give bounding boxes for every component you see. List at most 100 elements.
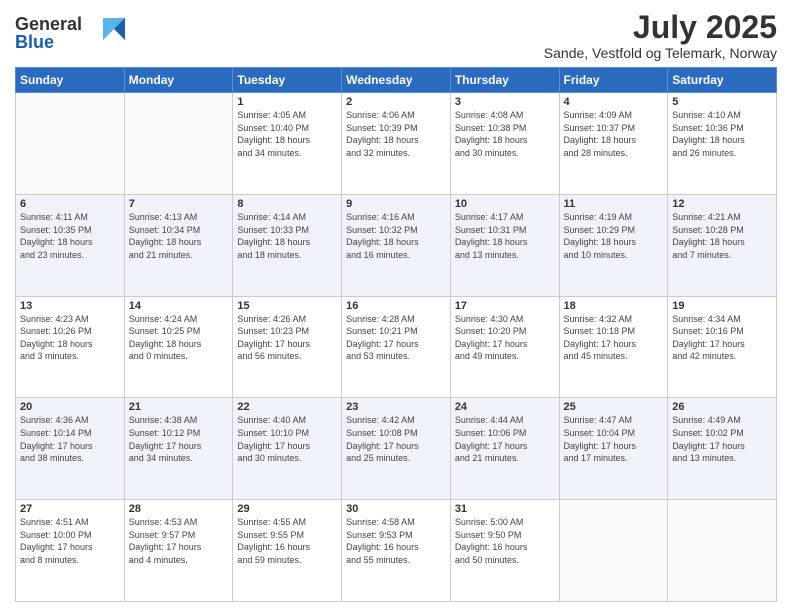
day-info: Sunrise: 4:06 AM Sunset: 10:39 PM Daylig…: [346, 109, 446, 159]
table-row: 10Sunrise: 4:17 AM Sunset: 10:31 PM Dayl…: [450, 194, 559, 296]
day-number: 20: [20, 401, 120, 413]
day-info: Sunrise: 4:14 AM Sunset: 10:33 PM Daylig…: [237, 211, 337, 261]
day-info: Sunrise: 4:55 AM Sunset: 9:55 PM Dayligh…: [237, 516, 337, 566]
col-sunday: Sunday: [16, 68, 125, 93]
table-row: 18Sunrise: 4:32 AM Sunset: 10:18 PM Dayl…: [559, 296, 668, 398]
day-number: 18: [564, 300, 664, 312]
table-row: 21Sunrise: 4:38 AM Sunset: 10:12 PM Dayl…: [124, 398, 233, 500]
day-number: 15: [237, 300, 337, 312]
day-number: 2: [346, 96, 446, 108]
day-number: 29: [237, 503, 337, 515]
day-number: 31: [455, 503, 555, 515]
table-row: 23Sunrise: 4:42 AM Sunset: 10:08 PM Dayl…: [342, 398, 451, 500]
day-number: 12: [672, 198, 772, 210]
table-row: 15Sunrise: 4:26 AM Sunset: 10:23 PM Dayl…: [233, 296, 342, 398]
table-row: 13Sunrise: 4:23 AM Sunset: 10:26 PM Dayl…: [16, 296, 125, 398]
day-info: Sunrise: 4:17 AM Sunset: 10:31 PM Daylig…: [455, 211, 555, 261]
col-friday: Friday: [559, 68, 668, 93]
day-info: Sunrise: 4:08 AM Sunset: 10:38 PM Daylig…: [455, 109, 555, 159]
day-info: Sunrise: 4:21 AM Sunset: 10:28 PM Daylig…: [672, 211, 772, 261]
day-info: Sunrise: 4:53 AM Sunset: 9:57 PM Dayligh…: [129, 516, 229, 566]
day-info: Sunrise: 4:28 AM Sunset: 10:21 PM Daylig…: [346, 313, 446, 363]
day-info: Sunrise: 4:58 AM Sunset: 9:53 PM Dayligh…: [346, 516, 446, 566]
day-number: 4: [564, 96, 664, 108]
table-row: 19Sunrise: 4:34 AM Sunset: 10:16 PM Dayl…: [668, 296, 777, 398]
table-row: 26Sunrise: 4:49 AM Sunset: 10:02 PM Dayl…: [668, 398, 777, 500]
day-info: Sunrise: 4:49 AM Sunset: 10:02 PM Daylig…: [672, 414, 772, 464]
day-info: Sunrise: 4:38 AM Sunset: 10:12 PM Daylig…: [129, 414, 229, 464]
col-wednesday: Wednesday: [342, 68, 451, 93]
day-number: 6: [20, 198, 120, 210]
calendar-week-row: 1Sunrise: 4:05 AM Sunset: 10:40 PM Dayli…: [16, 93, 777, 195]
day-info: Sunrise: 4:30 AM Sunset: 10:20 PM Daylig…: [455, 313, 555, 363]
day-number: 28: [129, 503, 229, 515]
table-row: 14Sunrise: 4:24 AM Sunset: 10:25 PM Dayl…: [124, 296, 233, 398]
day-info: Sunrise: 4:19 AM Sunset: 10:29 PM Daylig…: [564, 211, 664, 261]
table-row: 9Sunrise: 4:16 AM Sunset: 10:32 PM Dayli…: [342, 194, 451, 296]
day-number: 10: [455, 198, 555, 210]
day-info: Sunrise: 4:47 AM Sunset: 10:04 PM Daylig…: [564, 414, 664, 464]
day-number: 22: [237, 401, 337, 413]
table-row: 24Sunrise: 4:44 AM Sunset: 10:06 PM Dayl…: [450, 398, 559, 500]
day-number: 25: [564, 401, 664, 413]
day-number: 24: [455, 401, 555, 413]
day-info: Sunrise: 4:36 AM Sunset: 10:14 PM Daylig…: [20, 414, 120, 464]
day-number: 27: [20, 503, 120, 515]
svg-text:General: General: [15, 14, 82, 34]
table-row: 28Sunrise: 4:53 AM Sunset: 9:57 PM Dayli…: [124, 500, 233, 602]
day-number: 23: [346, 401, 446, 413]
day-info: Sunrise: 4:32 AM Sunset: 10:18 PM Daylig…: [564, 313, 664, 363]
day-info: Sunrise: 4:24 AM Sunset: 10:25 PM Daylig…: [129, 313, 229, 363]
day-number: 19: [672, 300, 772, 312]
col-thursday: Thursday: [450, 68, 559, 93]
day-number: 8: [237, 198, 337, 210]
table-row: 8Sunrise: 4:14 AM Sunset: 10:33 PM Dayli…: [233, 194, 342, 296]
table-row: 1Sunrise: 4:05 AM Sunset: 10:40 PM Dayli…: [233, 93, 342, 195]
table-row: [124, 93, 233, 195]
page: General Blue July 2025 Sande, Vestfold o…: [0, 0, 792, 612]
day-number: 3: [455, 96, 555, 108]
day-info: Sunrise: 5:00 AM Sunset: 9:50 PM Dayligh…: [455, 516, 555, 566]
day-number: 16: [346, 300, 446, 312]
table-row: 6Sunrise: 4:11 AM Sunset: 10:35 PM Dayli…: [16, 194, 125, 296]
table-row: [668, 500, 777, 602]
day-info: Sunrise: 4:11 AM Sunset: 10:35 PM Daylig…: [20, 211, 120, 261]
day-info: Sunrise: 4:16 AM Sunset: 10:32 PM Daylig…: [346, 211, 446, 261]
table-row: 12Sunrise: 4:21 AM Sunset: 10:28 PM Dayl…: [668, 194, 777, 296]
calendar-week-row: 27Sunrise: 4:51 AM Sunset: 10:00 PM Dayl…: [16, 500, 777, 602]
table-row: 3Sunrise: 4:08 AM Sunset: 10:38 PM Dayli…: [450, 93, 559, 195]
day-info: Sunrise: 4:34 AM Sunset: 10:16 PM Daylig…: [672, 313, 772, 363]
day-number: 17: [455, 300, 555, 312]
col-tuesday: Tuesday: [233, 68, 342, 93]
day-info: Sunrise: 4:42 AM Sunset: 10:08 PM Daylig…: [346, 414, 446, 464]
table-row: 29Sunrise: 4:55 AM Sunset: 9:55 PM Dayli…: [233, 500, 342, 602]
title-block: July 2025 Sande, Vestfold og Telemark, N…: [544, 10, 777, 61]
logo: General Blue: [15, 10, 125, 59]
calendar-week-row: 6Sunrise: 4:11 AM Sunset: 10:35 PM Dayli…: [16, 194, 777, 296]
day-info: Sunrise: 4:23 AM Sunset: 10:26 PM Daylig…: [20, 313, 120, 363]
day-number: 1: [237, 96, 337, 108]
svg-text:Blue: Blue: [15, 32, 54, 52]
day-number: 14: [129, 300, 229, 312]
table-row: 4Sunrise: 4:09 AM Sunset: 10:37 PM Dayli…: [559, 93, 668, 195]
table-row: 17Sunrise: 4:30 AM Sunset: 10:20 PM Dayl…: [450, 296, 559, 398]
col-saturday: Saturday: [668, 68, 777, 93]
table-row: 11Sunrise: 4:19 AM Sunset: 10:29 PM Dayl…: [559, 194, 668, 296]
subtitle: Sande, Vestfold og Telemark, Norway: [544, 45, 777, 61]
calendar-header-row: Sunday Monday Tuesday Wednesday Thursday…: [16, 68, 777, 93]
day-info: Sunrise: 4:44 AM Sunset: 10:06 PM Daylig…: [455, 414, 555, 464]
table-row: 27Sunrise: 4:51 AM Sunset: 10:00 PM Dayl…: [16, 500, 125, 602]
logo-text: General Blue: [15, 10, 125, 59]
table-row: 22Sunrise: 4:40 AM Sunset: 10:10 PM Dayl…: [233, 398, 342, 500]
table-row: 30Sunrise: 4:58 AM Sunset: 9:53 PM Dayli…: [342, 500, 451, 602]
day-number: 11: [564, 198, 664, 210]
table-row: 31Sunrise: 5:00 AM Sunset: 9:50 PM Dayli…: [450, 500, 559, 602]
calendar-table: Sunday Monday Tuesday Wednesday Thursday…: [15, 67, 777, 602]
table-row: 16Sunrise: 4:28 AM Sunset: 10:21 PM Dayl…: [342, 296, 451, 398]
table-row: [16, 93, 125, 195]
calendar-week-row: 20Sunrise: 4:36 AM Sunset: 10:14 PM Dayl…: [16, 398, 777, 500]
col-monday: Monday: [124, 68, 233, 93]
day-info: Sunrise: 4:05 AM Sunset: 10:40 PM Daylig…: [237, 109, 337, 159]
day-info: Sunrise: 4:51 AM Sunset: 10:00 PM Daylig…: [20, 516, 120, 566]
table-row: [559, 500, 668, 602]
